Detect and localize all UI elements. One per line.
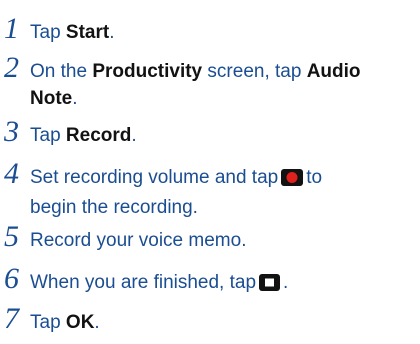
- step-text: Tap Start.: [30, 22, 115, 43]
- step-number: 4: [4, 157, 19, 190]
- step-text: Tap OK.: [30, 312, 100, 333]
- step-number: 2: [4, 51, 19, 84]
- step-number: 7: [4, 302, 19, 335]
- step-text: On the Productivity screen, tap Audio Not…: [30, 61, 361, 109]
- stop-button-icon: [259, 272, 281, 299]
- step-number: 6: [4, 262, 19, 295]
- ok-keyword: OK: [65, 312, 95, 333]
- step-number: 3: [4, 115, 19, 148]
- step-text: Set recording volume and tap to begin the …: [30, 167, 323, 218]
- step-text: When you are finished, tap.: [30, 269, 416, 299]
- start-keyword: Start: [65, 22, 110, 43]
- step-text: Tap Record.: [30, 125, 137, 146]
- step-text: Record your voice memo.: [30, 230, 247, 251]
- record-keyword: Record: [65, 125, 132, 146]
- record-button-icon: [281, 167, 304, 194]
- productivity-keyword: Productivity: [92, 61, 203, 82]
- step-number: 5: [4, 220, 19, 253]
- step-number: 1: [4, 12, 19, 45]
- note-keyword: Note: [30, 88, 73, 109]
- audio-keyword: Audio: [306, 61, 361, 82]
